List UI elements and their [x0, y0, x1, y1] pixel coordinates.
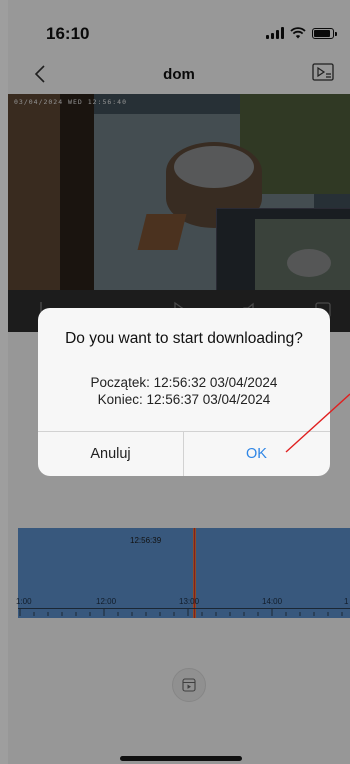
download-start-time: Początek: 12:56:32 03/04/2024	[90, 375, 278, 390]
cancel-button[interactable]: Anuluj	[38, 432, 183, 476]
dialog-title: Do you want to start downloading?	[65, 330, 303, 347]
annotation-arrow	[285, 393, 350, 453]
